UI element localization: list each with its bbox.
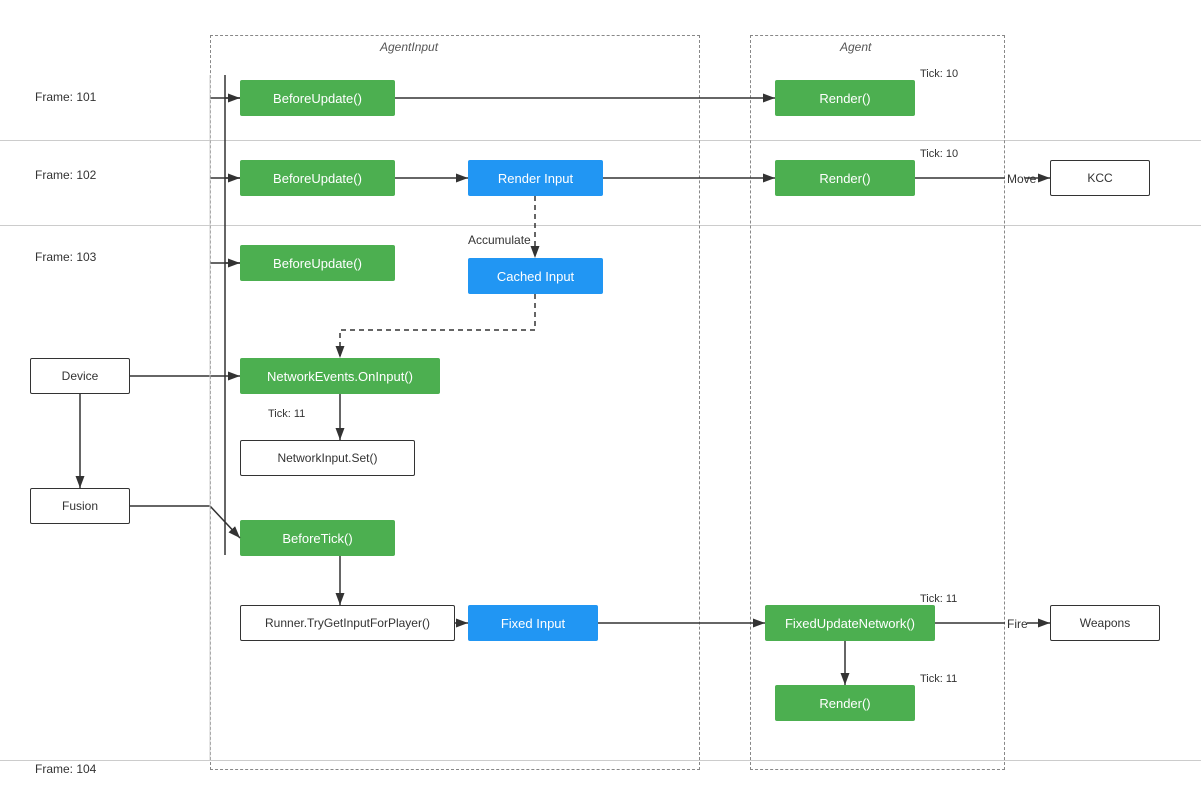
before-tick[interactable]: BeforeTick() (240, 520, 395, 556)
fire-label: Fire (1007, 617, 1028, 631)
cached-input[interactable]: Cached Input (468, 258, 603, 294)
accumulate-label: Accumulate (468, 233, 531, 247)
before-update-1[interactable]: BeforeUpdate() (240, 80, 395, 116)
tick-11-fixed: Tick: 11 (920, 593, 957, 605)
render-3[interactable]: Render() (775, 685, 915, 721)
kcc-box[interactable]: KCC (1050, 160, 1150, 196)
frame-101-label: Frame: 101 (35, 90, 96, 104)
agent-input-label: AgentInput (380, 40, 438, 54)
network-events[interactable]: NetworkEvents.OnInput() (240, 358, 440, 394)
move-label: Move (1007, 172, 1036, 186)
render-1[interactable]: Render() (775, 80, 915, 116)
tick-10-2: Tick: 10 (920, 148, 958, 160)
fixed-input[interactable]: Fixed Input (468, 605, 598, 641)
fixed-update-network[interactable]: FixedUpdateNetwork() (765, 605, 935, 641)
network-input-set[interactable]: NetworkInput.Set() (240, 440, 415, 476)
runner-try[interactable]: Runner.TryGetInputForPlayer() (240, 605, 455, 641)
before-update-2[interactable]: BeforeUpdate() (240, 160, 395, 196)
frame-102-label: Frame: 102 (35, 168, 96, 182)
diagram-container: AgentInput Agent Frame: 101 Frame: 102 F… (0, 0, 1201, 801)
frame-104-label: Frame: 104 (35, 762, 96, 776)
tick-11-net: Tick: 11 (268, 408, 305, 420)
separator-line-3 (0, 760, 1201, 761)
tick-11-render: Tick: 11 (920, 673, 957, 685)
separator-line-1 (0, 140, 1201, 141)
agent-label: Agent (840, 40, 871, 54)
weapons-box[interactable]: Weapons (1050, 605, 1160, 641)
agent-region (750, 35, 1005, 770)
frame-103-label: Frame: 103 (35, 250, 96, 264)
fusion-box[interactable]: Fusion (30, 488, 130, 524)
agent-input-region (210, 35, 700, 770)
render-2[interactable]: Render() (775, 160, 915, 196)
device-box[interactable]: Device (30, 358, 130, 394)
tick-10-1: Tick: 10 (920, 68, 958, 80)
before-update-3[interactable]: BeforeUpdate() (240, 245, 395, 281)
separator-line-2 (0, 225, 1201, 226)
render-input[interactable]: Render Input (468, 160, 603, 196)
arrows-overlay (0, 0, 1201, 801)
